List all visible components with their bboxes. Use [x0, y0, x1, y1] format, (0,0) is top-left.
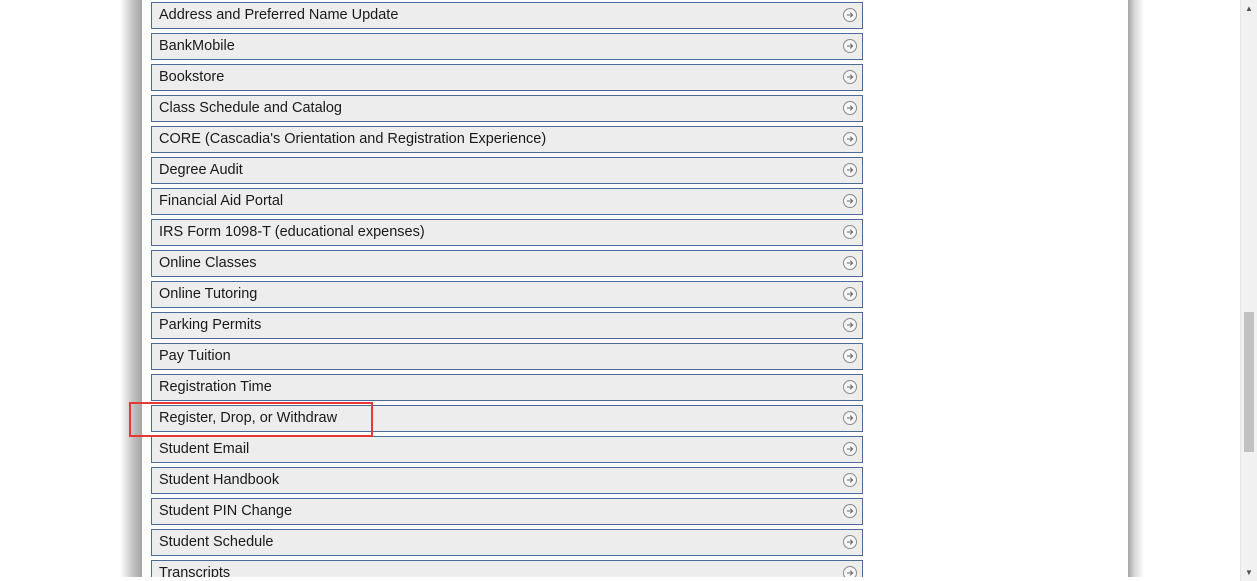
- arrow-circle-icon: [843, 411, 857, 425]
- student-links-list: Address and Preferred Name Update BankMo…: [151, 2, 863, 581]
- link-label: Parking Permits: [159, 317, 262, 333]
- link-bankmobile[interactable]: BankMobile: [151, 33, 863, 60]
- arrow-circle-icon: [843, 132, 857, 146]
- link-label: Register, Drop, or Withdraw: [159, 410, 338, 426]
- link-core[interactable]: CORE (Cascadia's Orientation and Registr…: [151, 126, 863, 153]
- scrollbar-thumb[interactable]: [1244, 312, 1254, 452]
- browser-viewport: Address and Preferred Name Update BankMo…: [0, 0, 1240, 581]
- link-label: Degree Audit: [159, 162, 243, 178]
- arrow-circle-icon: [843, 504, 857, 518]
- arrow-circle-icon: [843, 380, 857, 394]
- arrow-circle-icon: [843, 194, 857, 208]
- arrow-circle-icon: [843, 163, 857, 177]
- link-financial-aid[interactable]: Financial Aid Portal: [151, 188, 863, 215]
- link-label: Financial Aid Portal: [159, 193, 284, 209]
- link-label: Bookstore: [159, 69, 225, 85]
- link-parking-permits[interactable]: Parking Permits: [151, 312, 863, 339]
- link-pay-tuition[interactable]: Pay Tuition: [151, 343, 863, 370]
- link-address-update[interactable]: Address and Preferred Name Update: [151, 2, 863, 29]
- arrow-circle-icon: [843, 287, 857, 301]
- arrow-circle-icon: [843, 8, 857, 22]
- link-student-pin-change[interactable]: Student PIN Change: [151, 498, 863, 525]
- scroll-down-arrow-icon[interactable]: ▼: [1241, 564, 1257, 581]
- link-label: CORE (Cascadia's Orientation and Registr…: [159, 131, 547, 147]
- page-shadow-right: [1128, 0, 1144, 581]
- link-label: Pay Tuition: [159, 348, 231, 364]
- scroll-up-arrow-icon[interactable]: ▲: [1241, 0, 1257, 17]
- arrow-circle-icon: [843, 256, 857, 270]
- link-irs-1098t[interactable]: IRS Form 1098-T (educational expenses): [151, 219, 863, 246]
- link-label: Class Schedule and Catalog: [159, 100, 342, 116]
- link-student-handbook[interactable]: Student Handbook: [151, 467, 863, 494]
- arrow-circle-icon: [843, 225, 857, 239]
- arrow-circle-icon: [843, 318, 857, 332]
- link-label: IRS Form 1098-T (educational expenses): [159, 224, 425, 240]
- arrow-circle-icon: [843, 473, 857, 487]
- link-label: Online Tutoring: [159, 286, 258, 302]
- link-register-drop-withdraw[interactable]: Register, Drop, or Withdraw: [151, 405, 863, 432]
- link-bookstore[interactable]: Bookstore: [151, 64, 863, 91]
- arrow-circle-icon: [843, 535, 857, 549]
- link-online-classes[interactable]: Online Classes: [151, 250, 863, 277]
- link-label: BankMobile: [159, 38, 235, 54]
- link-label: Student Handbook: [159, 472, 280, 488]
- bottom-edge: [0, 577, 1240, 581]
- arrow-circle-icon: [843, 349, 857, 363]
- vertical-scrollbar[interactable]: ▲ ▼: [1240, 0, 1257, 581]
- link-class-schedule[interactable]: Class Schedule and Catalog: [151, 95, 863, 122]
- link-student-email[interactable]: Student Email: [151, 436, 863, 463]
- link-registration-time[interactable]: Registration Time: [151, 374, 863, 401]
- link-label: Address and Preferred Name Update: [159, 7, 399, 23]
- link-label: Registration Time: [159, 379, 272, 395]
- arrow-circle-icon: [843, 442, 857, 456]
- arrow-circle-icon: [843, 39, 857, 53]
- link-student-schedule[interactable]: Student Schedule: [151, 529, 863, 556]
- link-label: Online Classes: [159, 255, 257, 271]
- arrow-circle-icon: [843, 101, 857, 115]
- link-label: Student Schedule: [159, 534, 274, 550]
- page-shadow-left: [120, 0, 142, 581]
- link-degree-audit[interactable]: Degree Audit: [151, 157, 863, 184]
- link-label: Student Email: [159, 441, 250, 457]
- arrow-circle-icon: [843, 70, 857, 84]
- link-online-tutoring[interactable]: Online Tutoring: [151, 281, 863, 308]
- link-label: Student PIN Change: [159, 503, 293, 519]
